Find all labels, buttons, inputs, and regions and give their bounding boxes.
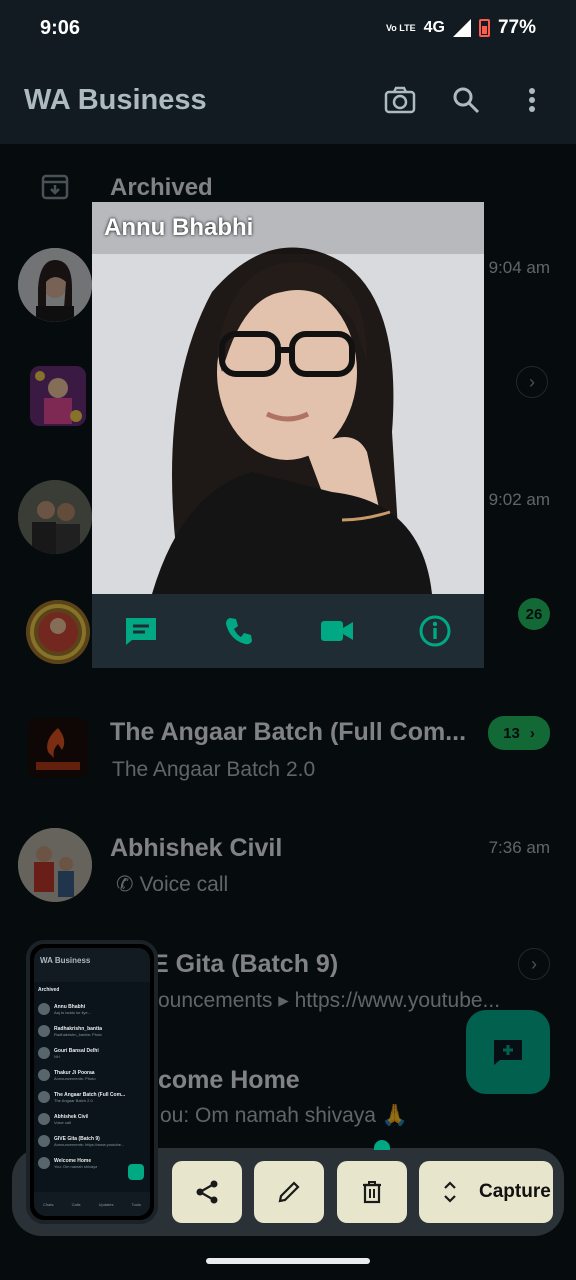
contact-profile-popup: Annu Bhabhi bbox=[92, 202, 484, 668]
list-item-preview: The Angaar Batch 2.0 bbox=[54, 1097, 93, 1103]
thumbnail-app-bar: WA Business bbox=[34, 948, 150, 982]
volte-indicator: Vo LTE bbox=[385, 22, 416, 33]
share-icon bbox=[196, 1180, 218, 1204]
thumbnail-nav-item: Chats bbox=[43, 1201, 54, 1207]
edit-button[interactable] bbox=[254, 1161, 324, 1223]
video-call-icon[interactable] bbox=[313, 607, 361, 655]
list-item-preview: Announcements: https://www.youtube... bbox=[54, 1141, 125, 1147]
edit-icon bbox=[278, 1181, 300, 1203]
message-icon[interactable] bbox=[117, 607, 165, 655]
thumbnail-title: WA Business bbox=[40, 956, 91, 965]
list-item-name: Thakur Ji Pooraa bbox=[54, 1069, 95, 1076]
thumbnail-archived-label: Archived bbox=[38, 987, 60, 993]
share-button[interactable] bbox=[172, 1161, 242, 1223]
delete-button[interactable] bbox=[337, 1161, 407, 1223]
call-icon[interactable] bbox=[215, 607, 263, 655]
screenshot-thumbnail[interactable]: WA Business Archived Annu Bhabhi Aaj to l… bbox=[26, 940, 158, 1224]
home-indicator[interactable] bbox=[206, 1258, 370, 1264]
status-bar: 9:06 Vo LTE 4G 77% bbox=[0, 0, 576, 56]
list-item-preview: NH bbox=[54, 1053, 60, 1059]
list-item: Radhakrishn_bantta Radhakrishn_bantta: Ph… bbox=[34, 1020, 150, 1042]
list-item: Abhishek Civil Voice call bbox=[34, 1108, 150, 1130]
thumbnail-bottom-nav: Chats Calls Updates Tools bbox=[34, 1192, 150, 1216]
app-title: WA Business bbox=[24, 83, 207, 116]
list-item-name: Radhakrishn_bantta bbox=[54, 1025, 103, 1032]
battery-percentage: 77% bbox=[497, 17, 536, 38]
list-item: The Angaar Batch (Full Com... The Angaar … bbox=[34, 1086, 150, 1108]
info-icon[interactable] bbox=[411, 607, 459, 655]
list-item-preview: Radhakrishn_bantta: Photo bbox=[54, 1031, 103, 1037]
list-item: Thakur Ji Pooraa Announcements: Photo bbox=[34, 1064, 150, 1086]
signal-icon bbox=[452, 19, 471, 37]
status-time: 9:06 bbox=[40, 16, 81, 39]
search-icon[interactable] bbox=[446, 80, 486, 120]
thumbnail-nav-item: Tools bbox=[131, 1201, 141, 1207]
camera-icon[interactable] bbox=[380, 80, 420, 120]
thumbnail-archived: Archived bbox=[34, 982, 150, 998]
avatar bbox=[38, 1069, 50, 1081]
capture-scroll-button[interactable]: Capture bbox=[419, 1161, 553, 1223]
popup-actions bbox=[92, 594, 484, 668]
capture-label: Capture bbox=[479, 1181, 551, 1202]
list-item: Annu Bhabhi Aaj to laddu ke liye... bbox=[34, 998, 150, 1020]
list-item-name: The Angaar Batch (Full Com... bbox=[54, 1091, 126, 1098]
thumbnail-fab bbox=[128, 1164, 144, 1180]
avatar bbox=[38, 1047, 50, 1059]
list-item: Gouri Bansal Delhi NH bbox=[34, 1042, 150, 1064]
list-item-preview: Aaj to laddu ke liye... bbox=[54, 1009, 91, 1015]
list-item-name: Gouri Bansal Delhi bbox=[54, 1047, 99, 1054]
avatar bbox=[38, 1025, 50, 1037]
network-type: 4G bbox=[423, 19, 445, 36]
list-item: GIVE Gita (Batch 9) Announcements: https:… bbox=[34, 1130, 150, 1152]
thumbnail-nav-item: Updates bbox=[98, 1201, 114, 1207]
list-item-name: Welcome Home bbox=[54, 1157, 92, 1164]
battery-icon bbox=[478, 19, 490, 37]
thumbnail-nav-item: Calls bbox=[71, 1201, 81, 1207]
more-vert-icon[interactable] bbox=[512, 80, 552, 120]
avatar bbox=[38, 1157, 50, 1169]
popup-contact-name: Annu Bhabhi bbox=[104, 214, 254, 241]
list-item-name: Abhishek Civil bbox=[54, 1113, 89, 1120]
avatar bbox=[38, 1135, 50, 1147]
status-indicators: Vo LTE 4G 77% bbox=[386, 17, 536, 39]
tray-indicator bbox=[374, 1140, 390, 1150]
delete-icon bbox=[363, 1181, 381, 1204]
app-bar: WA Business bbox=[0, 56, 576, 144]
thumbnail-preview: WA Business Archived Annu Bhabhi Aaj to l… bbox=[34, 948, 150, 1216]
avatar bbox=[38, 1113, 50, 1125]
list-item-preview: Voice call bbox=[54, 1119, 71, 1125]
new-chat-icon bbox=[494, 1040, 522, 1065]
list-item-preview: You: Om namah shivaya bbox=[54, 1163, 98, 1169]
new-chat-button[interactable] bbox=[466, 1010, 550, 1094]
avatar bbox=[38, 1003, 50, 1015]
expand-icon bbox=[444, 1181, 456, 1203]
profile-photo[interactable]: Annu Bhabhi bbox=[92, 202, 484, 594]
avatar bbox=[38, 1091, 50, 1103]
list-item-preview: Announcements: Photo bbox=[54, 1075, 96, 1081]
